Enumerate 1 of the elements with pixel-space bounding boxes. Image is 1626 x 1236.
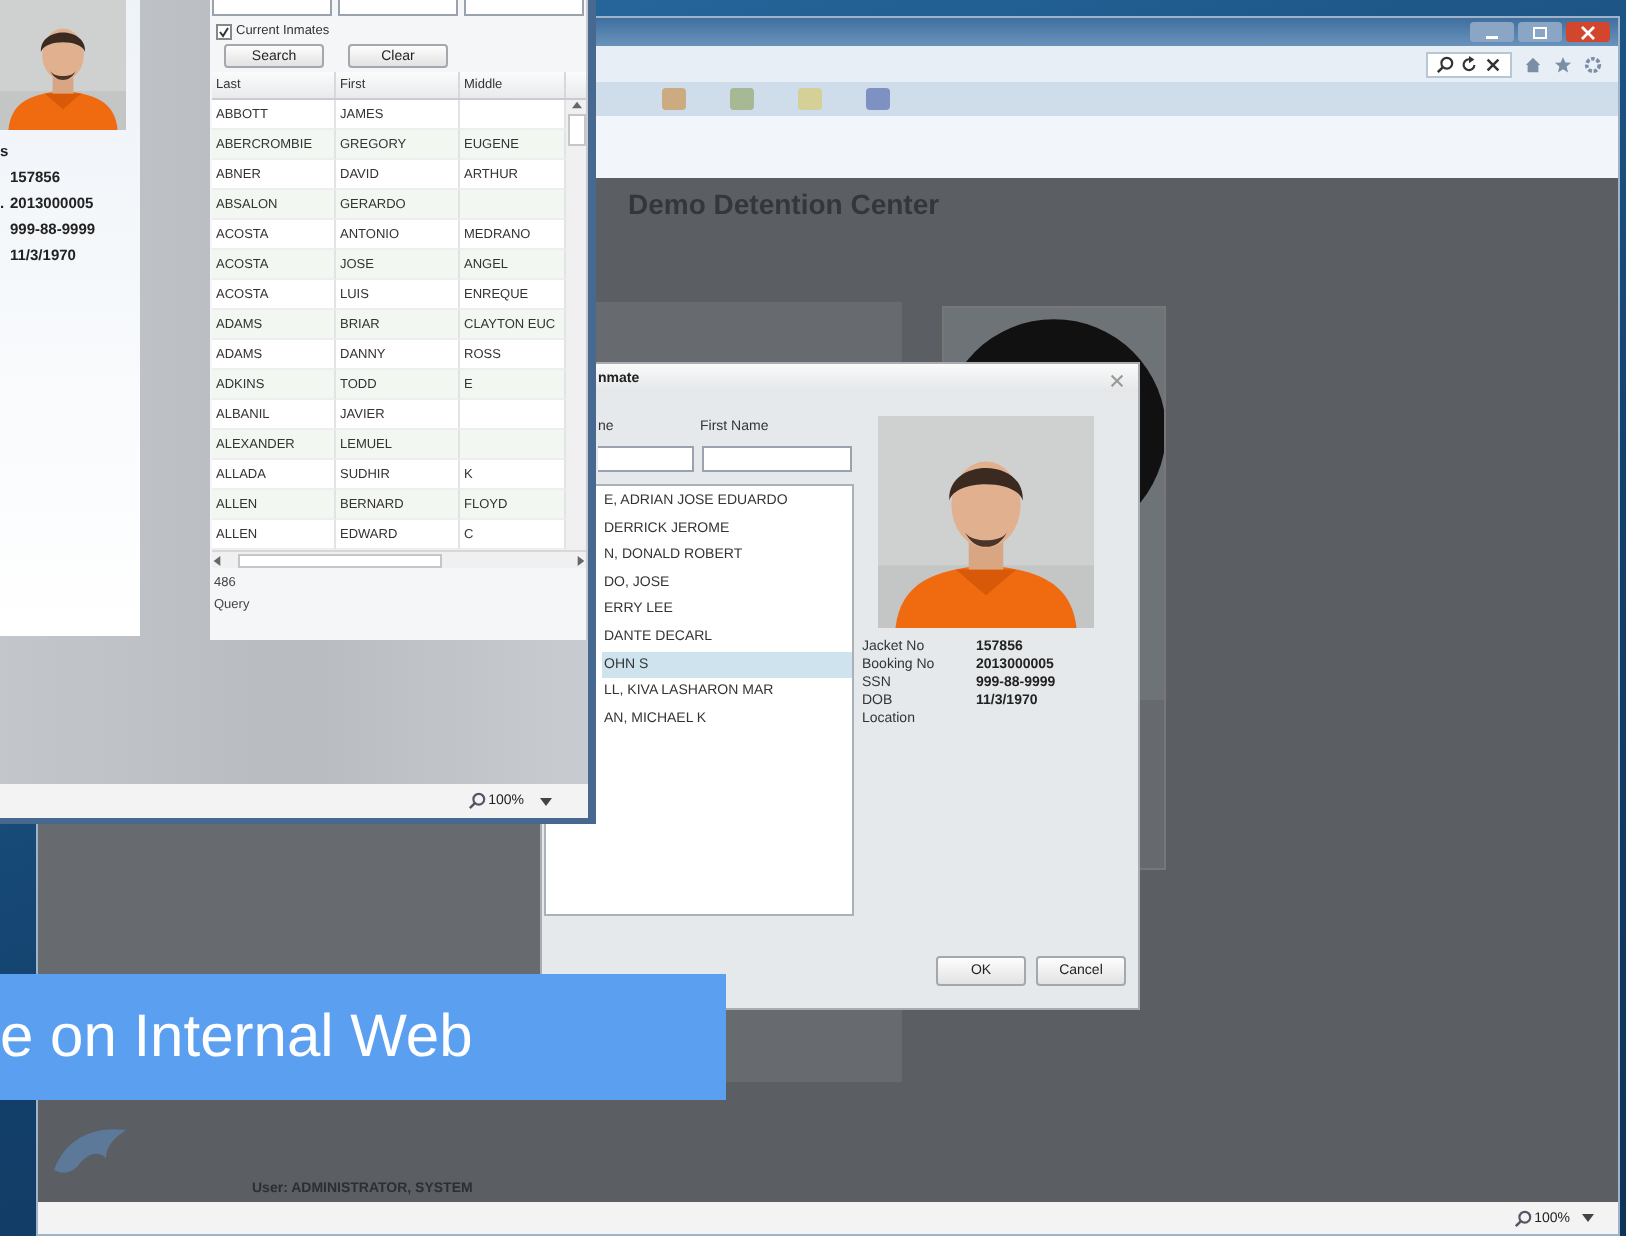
slide-caption: e on Internal Web	[0, 974, 726, 1100]
